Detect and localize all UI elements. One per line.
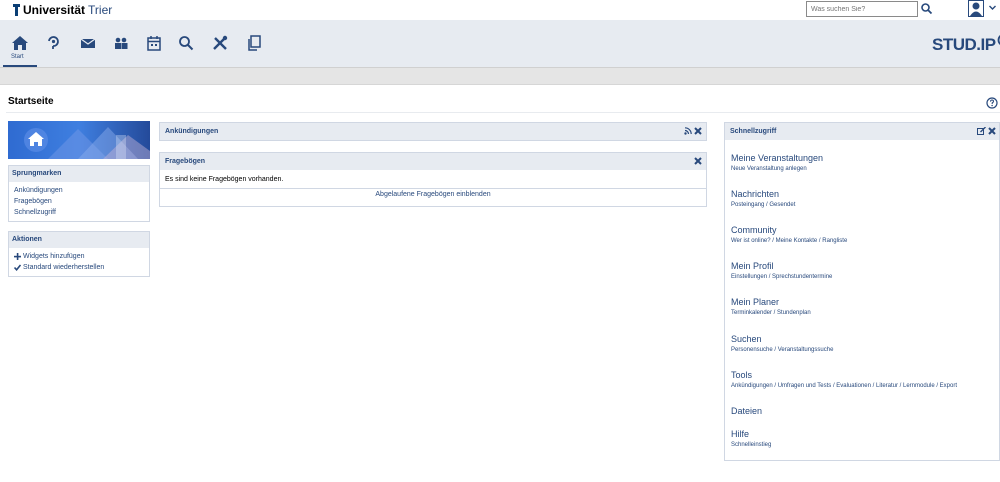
announcements-title: Ankündigungen	[165, 128, 219, 135]
close-icon[interactable]	[694, 157, 702, 165]
quick-item-title[interactable]: Community	[731, 225, 847, 235]
add-widgets-action[interactable]: Widgets hinzufügen	[14, 251, 144, 262]
quick-item-title[interactable]: Nachrichten	[731, 189, 795, 199]
logo-mark-icon	[13, 4, 20, 16]
quick-item-community: Community Wer ist online? / Meine Kontak…	[731, 225, 847, 244]
quick-item-sub[interactable]: Einstellungen / Sprechstundentermine	[731, 274, 832, 280]
rss-icon[interactable]	[684, 127, 692, 135]
checkmark-icon	[14, 264, 21, 271]
quick-item-messages: Nachrichten Posteingang / Gesendet	[731, 189, 795, 208]
questionnaires-title: Fragebögen	[165, 158, 206, 165]
logo-city: Trier	[88, 3, 113, 17]
quick-item-files: Dateien	[731, 406, 762, 416]
chevron-down-icon[interactable]	[988, 3, 997, 12]
logo-name: Universität	[23, 3, 86, 17]
nav-start[interactable]: Start	[3, 20, 37, 67]
nav-files-icon[interactable]	[243, 32, 265, 54]
avatar-icon[interactable]	[968, 0, 984, 17]
quick-item-search: Suchen Personensuche / Veranstaltungssuc…	[731, 334, 833, 353]
nav-messages-icon[interactable]	[77, 32, 99, 54]
page-title: Startseite	[8, 96, 54, 107]
widget-announcements: Ankündigungen	[159, 122, 707, 141]
restore-default-label: Standard wiederherstellen	[23, 264, 105, 271]
quick-item-title[interactable]: Meine Veranstaltungen	[731, 153, 823, 163]
jump-link-quickaccess[interactable]: Schnellzugriff	[14, 207, 144, 218]
quick-item-title[interactable]: Dateien	[731, 406, 762, 416]
quick-item-sub[interactable]: Schnelleinstieg	[731, 442, 771, 448]
quick-item-sub[interactable]: Neue Veranstaltung anlegen	[731, 166, 823, 172]
quick-item-title[interactable]: Hilfe	[731, 429, 771, 439]
nav-search-icon[interactable]	[175, 32, 197, 54]
widget-quickaccess: Schnellzugriff Meine Veranstaltungen Neu…	[724, 122, 1000, 461]
widget-questionnaires: Fragebögen Es sind keine Fragebögen vorh…	[159, 152, 707, 207]
search-icon[interactable]	[920, 2, 934, 16]
actions-title: Aktionen	[9, 232, 149, 248]
quick-item-title[interactable]: Tools	[731, 370, 957, 380]
university-logo[interactable]: Universität Trier	[13, 3, 112, 17]
nav-start-label: Start	[11, 54, 24, 60]
quick-item-sub[interactable]: Personensuche / Veranstaltungssuche	[731, 347, 833, 353]
edit-icon[interactable]	[977, 127, 986, 135]
jump-link-announcements[interactable]: Ankündigungen	[14, 185, 144, 196]
top-bar: Universität Trier	[0, 0, 1000, 20]
quick-item-title[interactable]: Mein Profil	[731, 261, 832, 271]
quick-item-help: Hilfe Schnelleinstieg	[731, 429, 771, 448]
close-icon[interactable]	[694, 127, 702, 135]
add-widgets-label: Widgets hinzufügen	[23, 253, 85, 260]
plus-icon	[14, 253, 21, 260]
quick-item-profile: Mein Profil Einstellungen / Sprechstunde…	[731, 261, 832, 280]
main-navigation: Start STUD.IP	[0, 20, 1000, 67]
title-divider	[6, 112, 1000, 113]
quick-item-courses: Meine Veranstaltungen Neue Veranstaltung…	[731, 153, 823, 172]
quick-item-planner: Mein Planer Terminkalender / Stundenplan	[731, 297, 811, 316]
help-icon[interactable]	[986, 97, 998, 109]
nav-tools-icon[interactable]	[209, 32, 231, 54]
close-icon[interactable]	[988, 127, 996, 135]
jump-link-questionnaires[interactable]: Fragebögen	[14, 196, 144, 207]
nav-courses-icon[interactable]	[42, 32, 64, 54]
sidebar-actions: Aktionen Widgets hinzufügen Standard wie…	[8, 231, 150, 277]
home-icon	[9, 32, 31, 54]
show-expired-questionnaires-link[interactable]: Abgelaufene Fragebögen einblenden	[160, 188, 706, 200]
quick-item-sub[interactable]: Posteingang / Gesendet	[731, 202, 795, 208]
sidebar-jumpmarks: Sprungmarken Ankündigungen Fragebögen Sc…	[8, 165, 150, 222]
quick-item-title[interactable]: Suchen	[731, 334, 833, 344]
studip-logo[interactable]: STUD.IP	[932, 33, 1000, 57]
jumpmarks-title: Sprungmarken	[9, 166, 149, 182]
studip-brand-text: STUD.IP	[932, 35, 996, 54]
context-bar	[0, 67, 1000, 85]
sidebar-header-image	[8, 121, 150, 159]
quick-item-sub[interactable]: Ankündigungen / Umfragen und Tests / Eva…	[731, 383, 957, 389]
nav-community-icon[interactable]	[110, 32, 132, 54]
quick-item-sub[interactable]: Terminkalender / Stundenplan	[731, 310, 811, 316]
quick-item-title[interactable]: Mein Planer	[731, 297, 811, 307]
search-input[interactable]	[806, 1, 918, 17]
restore-default-action[interactable]: Standard wiederherstellen	[14, 262, 144, 273]
studip-ring-icon	[997, 34, 1000, 46]
quick-item-sub[interactable]: Wer ist online? / Meine Kontakte / Rangl…	[731, 238, 847, 244]
questionnaires-empty-text: Es sind keine Fragebögen vorhanden.	[165, 176, 284, 183]
nav-planner-icon[interactable]	[143, 32, 165, 54]
quickaccess-title: Schnellzugriff	[730, 128, 777, 135]
quick-item-tools: Tools Ankündigungen / Umfragen und Tests…	[731, 370, 957, 389]
